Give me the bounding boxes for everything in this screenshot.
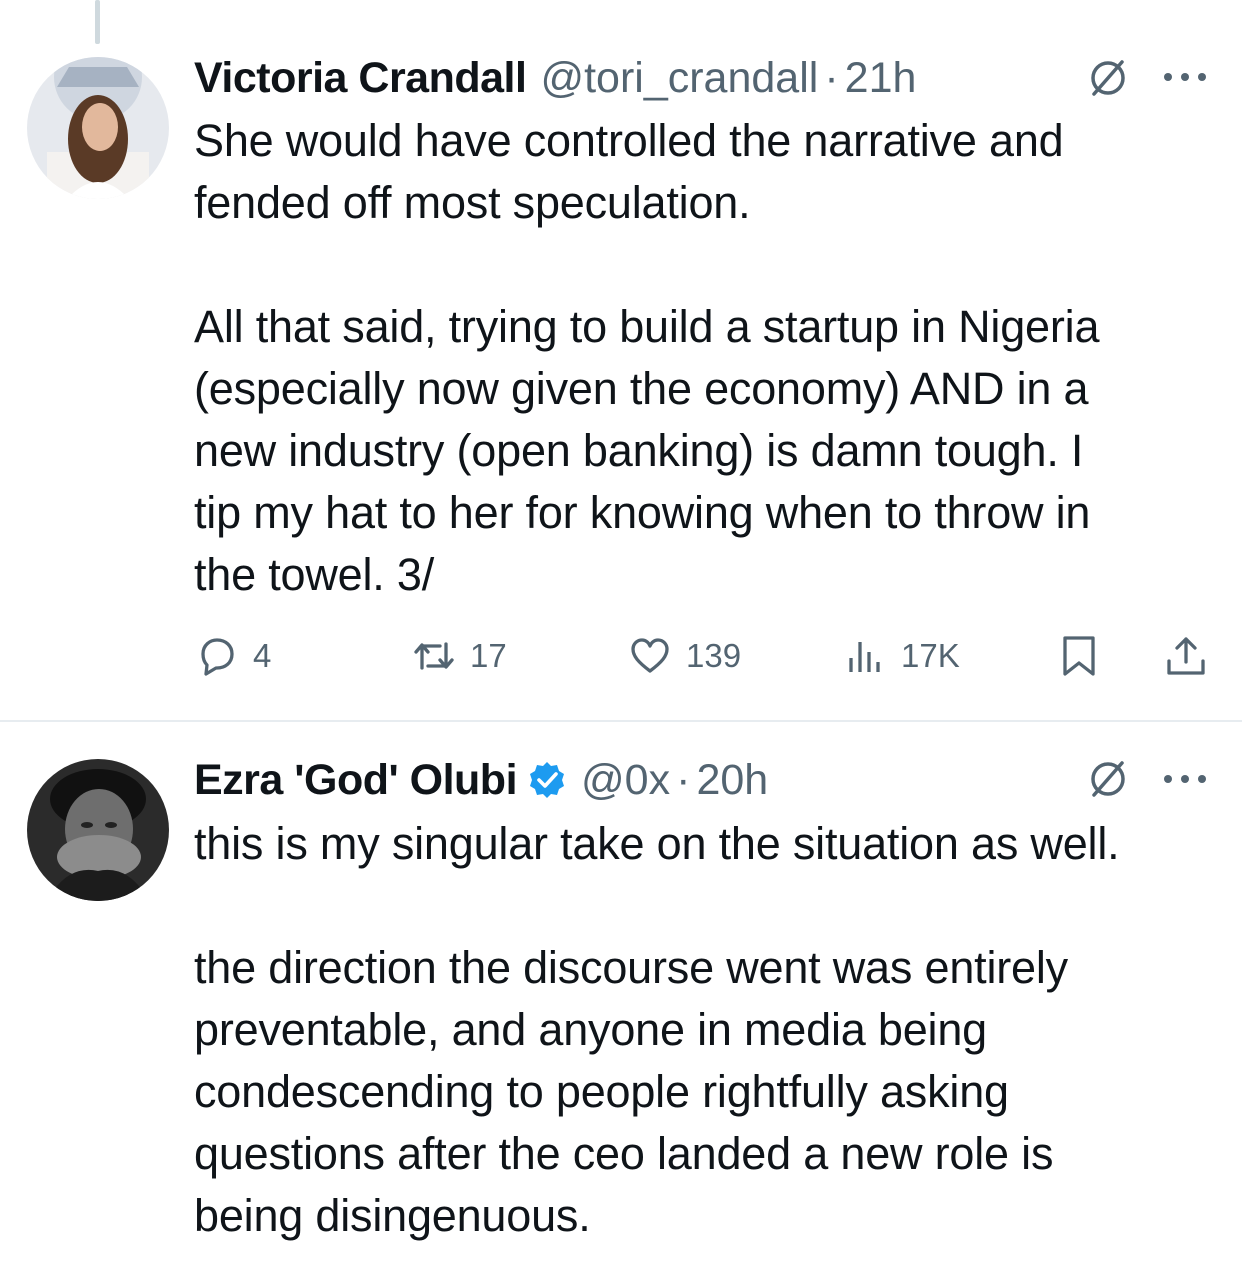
timestamp[interactable]: 21h xyxy=(845,54,917,103)
tweet-text: She would have controlled the narrative … xyxy=(194,115,1100,600)
separator-dot: · xyxy=(676,755,691,804)
views-button[interactable]: 17K xyxy=(843,626,960,686)
bookmark-icon xyxy=(1063,636,1095,676)
timestamp[interactable]: 20h xyxy=(696,756,768,805)
avatar[interactable] xyxy=(27,57,169,199)
tweet-header: Victoria Crandall @tori_crandall · 21h xyxy=(194,53,916,103)
tweet-victoria-crandall[interactable]: Victoria Crandall @tori_crandall · 21h S… xyxy=(0,0,1242,720)
share-icon xyxy=(1167,637,1205,675)
tweet-ezra-olubi[interactable]: Ezra 'God' Olubi @0x · 20h this is my si… xyxy=(0,722,1242,1264)
handle[interactable]: @0x xyxy=(581,756,670,805)
grok-icon[interactable] xyxy=(1086,757,1130,801)
tweet-text: this is my singular take on the situatio… xyxy=(194,818,1120,1241)
avatar[interactable] xyxy=(27,759,169,901)
views-count: 17K xyxy=(901,637,960,674)
like-count: 139 xyxy=(686,637,742,674)
bookmark-button[interactable] xyxy=(1057,626,1101,686)
display-name[interactable]: Victoria Crandall xyxy=(194,54,527,103)
repost-button[interactable]: 17 xyxy=(412,626,507,686)
display-name[interactable]: Ezra 'God' Olubi xyxy=(194,756,518,805)
separator-dot: · xyxy=(824,53,839,102)
more-icon[interactable] xyxy=(1160,772,1210,786)
like-icon xyxy=(631,638,669,673)
share-button[interactable] xyxy=(1164,626,1208,686)
reply-icon xyxy=(201,638,234,676)
tweet-actions: 4 17 139 17K xyxy=(0,626,1242,686)
reply-button[interactable]: 4 xyxy=(195,626,271,686)
views-icon xyxy=(849,642,880,672)
grok-icon[interactable] xyxy=(1086,56,1130,100)
more-icon[interactable] xyxy=(1160,70,1210,84)
repost-count: 17 xyxy=(470,637,507,674)
repost-icon xyxy=(414,642,454,670)
verified-icon xyxy=(530,762,565,798)
tweet-header: Ezra 'God' Olubi @0x · 20h xyxy=(194,755,768,805)
handle[interactable]: @tori_crandall xyxy=(540,54,818,103)
like-button[interactable]: 139 xyxy=(628,626,741,686)
reply-count: 4 xyxy=(253,637,272,674)
